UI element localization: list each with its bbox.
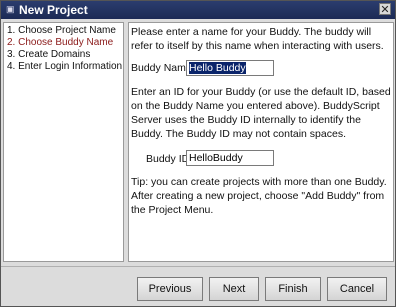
step-choose-project-name: 1. Choose Project Name [7,25,116,36]
tip-text: Tip: you can create projects with more t… [131,176,387,216]
step-create-domains: 3. Create Domains [7,49,91,60]
new-project-dialog: ▣ New Project ✕ 1. Choose Project Name 2… [0,0,396,307]
close-button[interactable]: ✕ [379,3,391,16]
step-enter-login-information: 4. Enter Login Information [7,61,123,72]
window-title: New Project [19,3,88,17]
buddy-id-label: Buddy ID [146,153,190,165]
buddy-name-field[interactable]: Hello Buddy [186,60,274,76]
window-menu-icon[interactable]: ▣ [6,5,15,14]
next-button[interactable]: Next [209,277,259,301]
buddy-name-label: Buddy Name [131,62,192,74]
step-choose-buddy-name: 2. Choose Buddy Name [7,37,114,48]
steps-panel: 1. Choose Project Name 2. Choose Buddy N… [3,22,124,262]
intro-text: Please enter a name for your Buddy. The … [131,26,384,52]
buddy-id-help-text: Enter an ID for your Buddy (or use the d… [131,86,391,140]
buddy-name-value: Hello Buddy [189,62,246,74]
finish-button[interactable]: Finish [265,277,321,301]
cancel-button[interactable]: Cancel [327,277,387,301]
content-panel: Please enter a name for your Buddy. The … [128,22,394,262]
button-bar: Previous Next Finish Cancel [1,266,395,307]
buddy-id-field[interactable]: HelloBuddy [186,150,274,166]
close-icon: ✕ [380,4,390,16]
title-bar[interactable]: ▣ New Project ✕ [1,1,395,19]
buddy-id-value: HelloBuddy [189,152,243,164]
previous-button[interactable]: Previous [137,277,203,301]
